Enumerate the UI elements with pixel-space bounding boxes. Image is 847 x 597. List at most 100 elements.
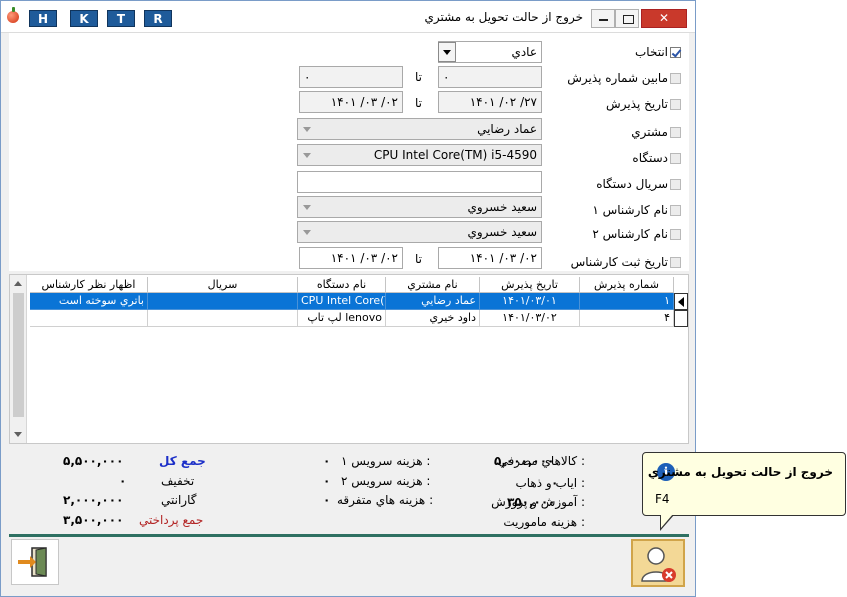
mission-cost-value: ۰ xyxy=(551,515,559,529)
col-receipt-no[interactable]: شماره پذيرش xyxy=(580,277,674,293)
cell-customer: داود خيري xyxy=(386,310,480,327)
chevron-down-icon xyxy=(303,127,311,132)
receipt-to-label: تا xyxy=(415,70,422,84)
total-label: جمع کل xyxy=(159,454,206,468)
chevron-down-icon xyxy=(303,230,311,235)
receipt-date-checkbox[interactable] xyxy=(670,99,681,110)
misc-cost-value: ۰ xyxy=(323,493,331,507)
device-label: دستگاه xyxy=(632,151,668,165)
app-icon[interactable] xyxy=(7,7,19,23)
exit-button[interactable] xyxy=(11,539,59,585)
cell-customer: عماد رضايي xyxy=(386,293,480,310)
hotkey-h-button[interactable]: H xyxy=(29,10,57,27)
tech1-combo[interactable]: سعيد خسروي xyxy=(297,196,542,218)
customer-label: مشتري xyxy=(631,125,668,139)
service1-cost-label: هزينه سرويس ۱ : xyxy=(341,454,431,468)
cancel-delivery-button[interactable] xyxy=(631,539,685,587)
receipt-date-label: تاريخ پذيرش xyxy=(606,97,668,111)
minimize-button[interactable] xyxy=(591,9,615,28)
select-label: انتخاب xyxy=(635,45,668,59)
tooltip-title: خروج از حالت تحويل به مشتري xyxy=(647,465,833,479)
filter-panel: انتخاب عادي مابين شماره پذيرش ۰ تا ۰ تار… xyxy=(9,33,689,271)
status-dropdown-button[interactable] xyxy=(438,42,456,62)
scroll-up-icon[interactable] xyxy=(14,281,22,286)
hotkey-t-button[interactable]: T xyxy=(107,10,135,27)
hotkey-k-button[interactable]: K xyxy=(70,10,98,27)
warranty-value: ۲,۰۰۰,۰۰۰ xyxy=(63,493,124,507)
chevron-down-icon xyxy=(303,205,311,210)
cell-tech-comment xyxy=(30,310,148,327)
training-cost-value: ۳۵۰,۰۰۰ xyxy=(507,495,556,509)
col-device[interactable]: نام دستگاه xyxy=(298,277,386,293)
receipt-to-input[interactable]: ۰ xyxy=(299,66,403,88)
misc-cost-label: هزينه هاي متفرقه : xyxy=(337,493,434,507)
discount-label: تخفيف xyxy=(161,474,195,488)
maximize-button[interactable] xyxy=(615,9,639,28)
device-value: CPU Intel Core(TM) i5-4590 xyxy=(373,148,537,162)
receipt-from-input[interactable]: ۰ xyxy=(438,66,542,88)
cell-receipt-no: ۱ xyxy=(580,293,674,310)
tech2-checkbox[interactable] xyxy=(670,229,681,240)
row-indicator-current[interactable] xyxy=(674,293,688,310)
customer-combo[interactable]: عماد رضايي xyxy=(297,118,542,140)
cell-serial xyxy=(148,310,298,327)
receipt-range-checkbox[interactable] xyxy=(670,73,681,84)
chevron-down-icon xyxy=(303,153,311,158)
service2-cost-label: هزينه سرويس ۲ : xyxy=(341,474,431,488)
parts-cost-value: ۵,۰۰۰,۰۰۰ xyxy=(494,454,555,468)
tech-date-label: تاريخ ثبت کارشناس xyxy=(570,255,668,269)
device-serial-checkbox[interactable] xyxy=(670,179,681,190)
tech1-checkbox[interactable] xyxy=(670,205,681,216)
receipt-date-from-input[interactable]: ۲۷/ ۰۲/ ۱۴۰۱ xyxy=(438,91,542,113)
mission-cost-label: هزينه ماموريت : xyxy=(503,515,585,529)
device-serial-label: سريال دستگاه xyxy=(596,177,668,191)
cell-serial xyxy=(148,293,298,310)
window-title: خروج از حالت تحويل به مشتري xyxy=(424,10,583,24)
service1-cost-value: ۰ xyxy=(323,454,331,468)
tech1-label: نام کارشناس ۱ xyxy=(592,203,668,217)
tech1-value: سعيد خسروي xyxy=(467,200,537,214)
tech-date-to-label: تا xyxy=(415,252,422,266)
user-remove-icon xyxy=(641,547,676,582)
tech-date-from-input[interactable]: ۰۲/ ۰۳/ ۱۴۰۱ xyxy=(438,247,542,269)
payable-value: ۳,۵۰۰,۰۰۰ xyxy=(63,513,124,527)
tooltip-shortcut: F4 xyxy=(655,492,670,506)
device-checkbox[interactable] xyxy=(670,153,681,164)
payable-label: جمع پرداختي xyxy=(139,513,204,527)
row-indicator[interactable] xyxy=(674,310,688,327)
scroll-down-icon[interactable] xyxy=(14,432,22,437)
tooltip: i خروج از حالت تحويل به مشتري F4 xyxy=(642,452,846,516)
cell-receipt-date: ۱۴۰۱/۰۳/۰۲ xyxy=(480,310,580,327)
hotkey-r-button[interactable]: R xyxy=(144,10,172,27)
device-combo[interactable]: CPU Intel Core(TM) i5-4590 xyxy=(297,144,542,166)
tech2-label: نام کارشناس ۲ xyxy=(592,227,668,241)
receipt-date-to-input[interactable]: ۰۲/ ۰۳/ ۱۴۰۱ xyxy=(299,91,403,113)
receipt-date-to-label: تا xyxy=(415,96,422,110)
tooltip-tail-fill xyxy=(661,514,673,528)
footer-divider xyxy=(9,534,689,537)
device-serial-input[interactable] xyxy=(297,171,542,193)
grid-vertical-scrollbar[interactable] xyxy=(10,275,27,443)
discount-value: ۰ xyxy=(119,474,127,488)
warranty-label: گارانتي xyxy=(161,493,197,507)
scroll-thumb[interactable] xyxy=(13,293,24,417)
close-button[interactable]: ✕ xyxy=(641,9,687,28)
col-tech-comment[interactable]: اظهار نظر کارشناس xyxy=(30,277,148,293)
cell-tech-comment: باتري سوخته است xyxy=(30,293,148,310)
customer-checkbox[interactable] xyxy=(670,127,681,138)
total-value: ۵,۵۰۰,۰۰۰ xyxy=(63,454,124,468)
tech-date-to-input[interactable]: ۰۲/ ۰۳/ ۱۴۰۱ xyxy=(299,247,403,269)
tech2-combo[interactable]: سعيد خسروي xyxy=(297,221,542,243)
service2-cost-value: ۰ xyxy=(323,474,331,488)
col-receipt-date[interactable]: تاريخ پذيرش xyxy=(480,277,580,293)
tech-date-checkbox[interactable] xyxy=(670,257,681,268)
title-bar: H K T R خروج از حالت تحويل به مشتري ✕ xyxy=(1,1,695,33)
select-checkbox[interactable] xyxy=(670,47,681,58)
receipts-grid: شماره پذيرش تاريخ پذيرش نام مشتري نام دس… xyxy=(9,274,689,444)
customer-value: عماد رضايي xyxy=(477,122,537,136)
col-customer[interactable]: نام مشتري xyxy=(386,277,480,293)
col-serial[interactable]: سريال xyxy=(148,277,298,293)
main-window: H K T R خروج از حالت تحويل به مشتري ✕ ان… xyxy=(0,0,696,597)
receipt-range-label: مابين شماره پذيرش xyxy=(567,71,668,85)
cell-device: CPU Intel Core(TM) i5-4590 xyxy=(298,293,386,310)
